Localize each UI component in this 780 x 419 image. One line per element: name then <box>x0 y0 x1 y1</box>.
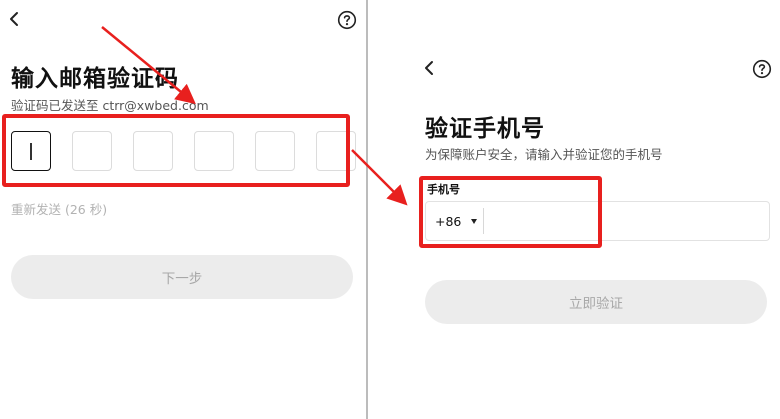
code-digit-3[interactable] <box>133 131 173 171</box>
phone-input[interactable] <box>483 208 734 234</box>
phone-verification-screen: 验证手机号 为保障账户安全，请输入并验证您的手机号 手机号 +86 立即验证 <box>369 0 780 419</box>
next-step-button[interactable]: 下一步 <box>11 255 353 299</box>
resend-countdown[interactable]: 重新发送 (26 秒) <box>11 199 107 218</box>
back-button[interactable] <box>4 9 24 29</box>
back-button[interactable] <box>419 58 439 78</box>
help-icon <box>752 59 772 79</box>
code-sent-to-text: 验证码已发送至 ctrr@xwbed.com <box>11 98 209 113</box>
back-icon <box>425 61 433 75</box>
page-subtitle: 为保障账户安全，请输入并验证您的手机号 <box>425 147 663 162</box>
help-button[interactable] <box>337 10 357 30</box>
verify-now-button[interactable]: 立即验证 <box>425 280 767 324</box>
phone-label: 手机号 <box>427 183 460 196</box>
country-code-selector[interactable]: +86 <box>435 214 461 229</box>
text-caret <box>30 143 32 160</box>
phone-field: +86 <box>425 201 770 241</box>
back-icon <box>10 12 18 26</box>
code-digit-4[interactable] <box>194 131 234 171</box>
code-digit-5[interactable] <box>255 131 295 171</box>
code-digit-1[interactable] <box>11 131 51 171</box>
email-verification-screen: 输入邮箱验证码 验证码已发送至 ctrr@xwbed.com 重新发送 (26 … <box>0 0 366 419</box>
help-icon <box>337 10 357 30</box>
help-button[interactable] <box>752 59 772 79</box>
dropdown-caret-icon[interactable] <box>471 218 478 224</box>
code-digit-6[interactable] <box>316 131 356 171</box>
panel-divider <box>366 0 368 419</box>
page-title: 输入邮箱验证码 <box>11 66 179 92</box>
code-digit-2[interactable] <box>72 131 112 171</box>
page-title: 验证手机号 <box>425 116 545 142</box>
